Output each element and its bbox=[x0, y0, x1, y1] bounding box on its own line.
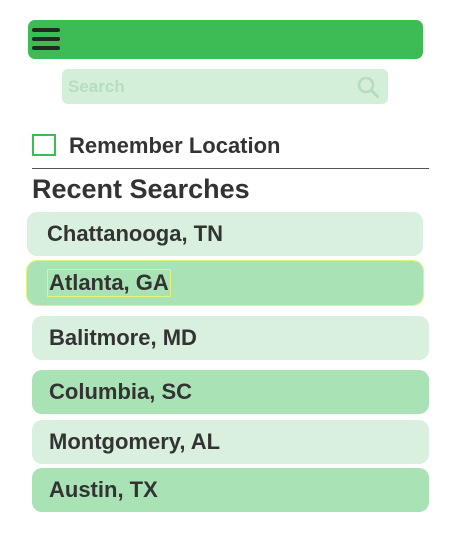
hamburger-menu-icon[interactable] bbox=[32, 28, 60, 52]
recent-search-label: Austin, TX bbox=[49, 477, 158, 502]
top-app-bar bbox=[28, 20, 423, 59]
divider bbox=[32, 168, 429, 169]
remember-location-checkbox[interactable] bbox=[32, 134, 56, 156]
recent-searches-title: Recent Searches bbox=[32, 174, 250, 204]
recent-search-item[interactable]: Austin, TX bbox=[32, 468, 429, 512]
recent-search-item-selected[interactable]: Atlanta, GA bbox=[26, 260, 424, 306]
remember-location-row: Remember Location bbox=[32, 131, 281, 159]
recent-search-label: Atlanta, GA bbox=[47, 269, 171, 297]
recent-search-label: Balitmore, MD bbox=[49, 325, 197, 350]
search-input[interactable] bbox=[68, 69, 348, 104]
recent-search-item[interactable]: Columbia, SC bbox=[32, 370, 429, 414]
search-icon[interactable] bbox=[356, 75, 380, 99]
recent-search-label: Montgomery, AL bbox=[49, 429, 221, 454]
recent-search-item[interactable]: Balitmore, MD bbox=[32, 316, 429, 360]
recent-search-label: Columbia, SC bbox=[49, 379, 193, 404]
recent-search-label: Chattanooga, TN bbox=[47, 221, 223, 246]
recent-search-item[interactable]: Chattanooga, TN bbox=[27, 212, 423, 256]
search-bar bbox=[62, 69, 388, 104]
recent-search-item[interactable]: Montgomery, AL bbox=[32, 420, 429, 464]
remember-location-label: Remember Location bbox=[69, 133, 281, 158]
